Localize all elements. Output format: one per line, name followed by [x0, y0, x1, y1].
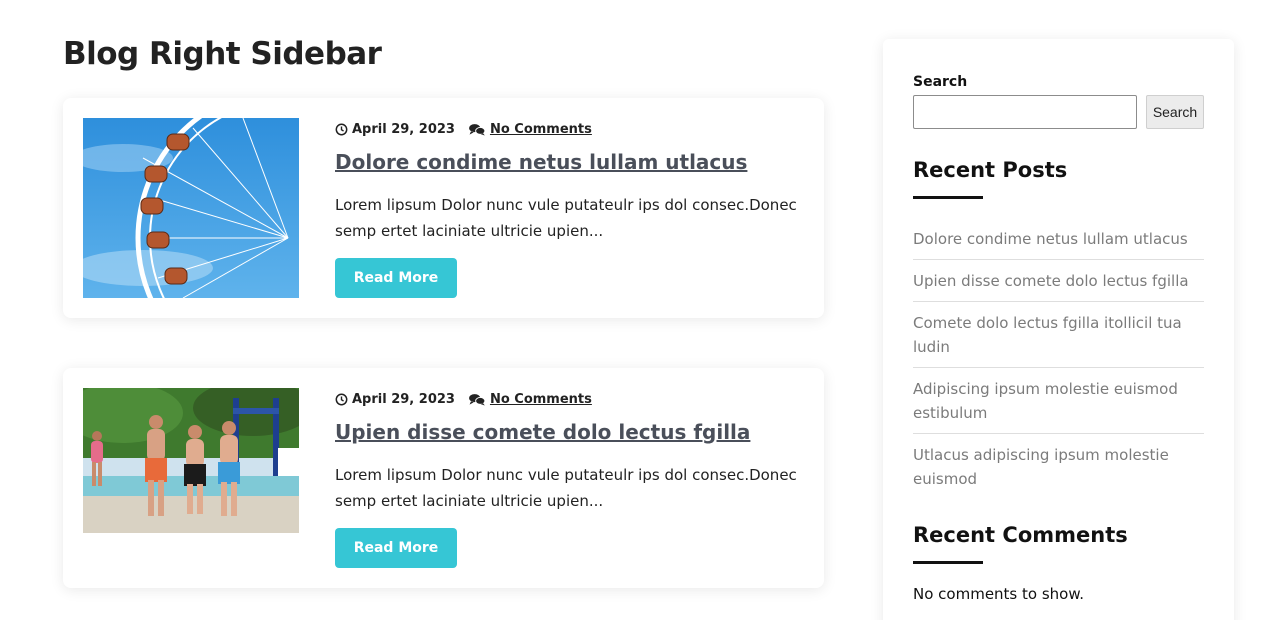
- post-thumbnail-kids-at-pool[interactable]: [83, 388, 299, 533]
- list-item: Utlacus adipiscing ipsum molestie euismo…: [913, 434, 1204, 499]
- recent-comments-title: Recent Comments: [913, 523, 1128, 547]
- title-underline: [913, 196, 983, 199]
- read-more-button[interactable]: Read More: [335, 258, 457, 298]
- comments-icon: [468, 393, 486, 406]
- comments-link[interactable]: No Comments: [490, 392, 592, 407]
- search-button[interactable]: Search: [1146, 95, 1204, 129]
- kids-at-pool-image: [83, 388, 299, 533]
- post-meta: April 29, 2023 No Comments: [335, 392, 592, 407]
- comments-link[interactable]: No Comments: [490, 122, 592, 137]
- list-item: Comete dolo lectus fgilla itollicil tua …: [913, 302, 1204, 368]
- page-title: Blog Right Sidebar: [63, 36, 382, 72]
- list-item: Adipiscing ipsum molestie euismod estibu…: [913, 368, 1204, 434]
- comments-icon: [468, 123, 486, 136]
- post-title-link[interactable]: Dolore condime netus lullam utlacus: [335, 150, 747, 174]
- recent-post-link[interactable]: Upien disse comete dolo lectus fgilla: [913, 272, 1189, 290]
- post-excerpt: Lorem lipsum Dolor nunc vule putateulr i…: [335, 196, 797, 240]
- ferris-wheel-image: [83, 118, 299, 298]
- search-input[interactable]: [913, 95, 1137, 129]
- clock-icon: [335, 123, 348, 136]
- list-item: Dolore condime netus lullam utlacus: [913, 218, 1204, 260]
- post-excerpt: Lorem lipsum Dolor nunc vule putateulr i…: [335, 466, 797, 510]
- post-meta: April 29, 2023 No Comments: [335, 122, 592, 137]
- recent-post-link[interactable]: Comete dolo lectus fgilla itollicil tua …: [913, 314, 1182, 356]
- sidebar: Search Search Recent Posts Dolore condim…: [883, 39, 1234, 620]
- recent-posts-list: Dolore condime netus lullam utlacus Upie…: [913, 218, 1204, 499]
- list-item: Upien disse comete dolo lectus fgilla: [913, 260, 1204, 302]
- recent-post-link[interactable]: Utlacus adipiscing ipsum molestie euismo…: [913, 446, 1169, 488]
- search-label: Search: [913, 74, 968, 90]
- recent-post-link[interactable]: Adipiscing ipsum molestie euismod estibu…: [913, 380, 1178, 422]
- post-card: April 29, 2023 No Comments Dolore condim…: [63, 98, 824, 318]
- clock-icon: [335, 393, 348, 406]
- post-title-link[interactable]: Upien disse comete dolo lectus fgilla: [335, 420, 750, 444]
- no-comments-text: No comments to show.: [913, 585, 1084, 603]
- read-more-button[interactable]: Read More: [335, 528, 457, 568]
- title-underline: [913, 561, 983, 564]
- post-card: April 29, 2023 No Comments Upien disse c…: [63, 368, 824, 588]
- post-date: April 29, 2023: [352, 122, 455, 137]
- post-date: April 29, 2023: [352, 392, 455, 407]
- post-thumbnail-ferris-wheel[interactable]: [83, 118, 299, 298]
- recent-posts-title: Recent Posts: [913, 158, 1068, 182]
- recent-post-link[interactable]: Dolore condime netus lullam utlacus: [913, 230, 1188, 248]
